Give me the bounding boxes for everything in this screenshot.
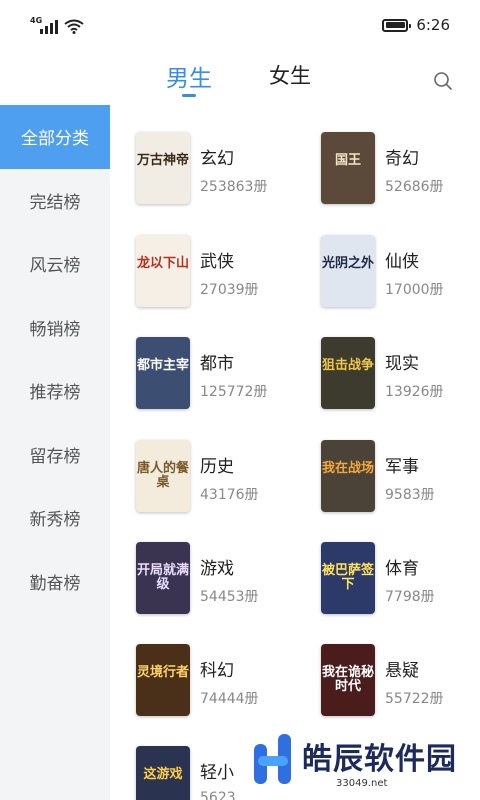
cover-title: 这游戏 [143, 767, 183, 782]
category-count: 43176册 [200, 487, 259, 503]
category-count: 253863册 [200, 179, 268, 195]
sidebar-item-recommended-rank[interactable]: 推荐榜 [0, 359, 110, 423]
category-name: 都市 [200, 354, 234, 374]
category-count: 125772册 [200, 384, 268, 400]
category-count: 13926册 [385, 384, 444, 400]
category-card-xianshi[interactable]: 狙击战争 现实 13926册 [295, 337, 470, 417]
sidebar-item-trending-rank[interactable]: 风云榜 [0, 232, 110, 296]
cover-title: 我在诡秘时代 [321, 665, 374, 694]
cover-title: 狙击战争 [321, 358, 374, 373]
category-count: 52686册 [385, 179, 444, 195]
cover-title: 灵境行者 [136, 665, 189, 680]
category-name: 体育 [385, 559, 419, 579]
category-name: 奇幻 [385, 149, 419, 169]
category-name: 轻小 [200, 763, 234, 783]
category-grid: 万古神帝 玄幻 253863册 国王 奇幻 52686册 龙以下山 武侠 270… [110, 105, 480, 800]
category-name: 游戏 [200, 559, 234, 579]
book-cover: 龙以下山 [136, 235, 190, 307]
ranking-sidebar: 全部分类 完结榜 风云榜 畅销榜 推荐榜 留存榜 新秀榜 勤奋榜 [0, 105, 110, 800]
category-name: 悬疑 [385, 661, 419, 681]
cover-title: 国王 [334, 153, 361, 168]
tab-active-indicator [182, 94, 196, 97]
category-card-kehuan[interactable]: 灵境行者 科幻 74444册 [110, 644, 285, 724]
watermark-logo-icon [254, 734, 291, 784]
category-count: 7798册 [385, 589, 435, 605]
cover-title: 都市主宰 [136, 358, 189, 373]
book-cover: 我在战场 [321, 440, 375, 512]
category-name: 军事 [385, 457, 419, 477]
category-card-wuxia[interactable]: 龙以下山 武侠 27039册 [110, 235, 285, 315]
gender-tabs: 男生 女生 [0, 60, 480, 110]
book-cover: 灵境行者 [136, 644, 190, 716]
category-count: 55722册 [385, 691, 444, 707]
status-bar: 4G 6:26 [0, 0, 480, 54]
sidebar-item-diligent-rank[interactable]: 勤奋榜 [0, 550, 110, 614]
category-name: 仙侠 [385, 252, 419, 272]
cover-title: 开局就满级 [136, 563, 189, 592]
category-card-youxi[interactable]: 开局就满级 游戏 54453册 [110, 542, 285, 622]
category-card-junshi[interactable]: 我在战场 军事 9583册 [295, 440, 470, 520]
category-card-xuanhuan[interactable]: 万古神帝 玄幻 253863册 [110, 132, 285, 212]
category-card-tiyu[interactable]: 被巴萨签下 体育 7798册 [295, 542, 470, 622]
sidebar-item-retention-rank[interactable]: 留存榜 [0, 423, 110, 487]
category-name: 现实 [385, 354, 419, 374]
sidebar-item-all-categories[interactable]: 全部分类 [0, 105, 110, 169]
tab-male[interactable]: 男生 [166, 59, 212, 93]
book-cover: 唐人的餐桌 [136, 440, 190, 512]
watermark-title: 皓辰软件园 [302, 742, 457, 777]
category-name: 科幻 [200, 661, 234, 681]
category-card-lishi[interactable]: 唐人的餐桌 历史 43176册 [110, 440, 285, 520]
signal-group: 4G [30, 16, 90, 36]
book-cover: 都市主宰 [136, 337, 190, 409]
category-card-qihuan[interactable]: 国王 奇幻 52686册 [295, 132, 470, 212]
cover-title: 被巴萨签下 [321, 563, 374, 592]
cover-title: 光阴之外 [321, 256, 374, 271]
signal-strength-icon [40, 20, 58, 34]
category-count: 54453册 [200, 589, 259, 605]
category-card-xianxia[interactable]: 光阴之外 仙侠 17000册 [295, 235, 470, 315]
watermark-url: 33049.net [336, 778, 388, 789]
wifi-icon [64, 19, 84, 34]
book-cover: 被巴萨签下 [321, 542, 375, 614]
category-name: 玄幻 [200, 149, 234, 169]
cover-title: 龙以下山 [136, 256, 189, 271]
book-cover: 国王 [321, 132, 375, 204]
cover-title: 万古神帝 [136, 153, 189, 168]
battery-icon [382, 18, 412, 32]
category-count: 27039册 [200, 282, 259, 298]
cover-title: 我在战场 [321, 461, 374, 476]
category-card-xuanyi[interactable]: 我在诡秘时代 悬疑 55722册 [295, 644, 470, 724]
cover-title: 唐人的餐桌 [136, 461, 189, 490]
book-cover: 狙击战争 [321, 337, 375, 409]
book-cover: 开局就满级 [136, 542, 190, 614]
watermark-overlay: 皓辰软件园 33049.net [240, 722, 480, 800]
category-count: 5623 [200, 790, 236, 800]
sidebar-item-completed-rank[interactable]: 完结榜 [0, 169, 110, 233]
category-name: 历史 [200, 457, 234, 477]
sidebar-item-newcomer-rank[interactable]: 新秀榜 [0, 486, 110, 550]
status-time: 6:26 [416, 16, 450, 34]
battery-clock-group: 6:26 [382, 16, 450, 34]
sidebar-item-bestseller-rank[interactable]: 畅销榜 [0, 296, 110, 360]
category-card-dushi[interactable]: 都市主宰 都市 125772册 [110, 337, 285, 417]
book-cover: 万古神帝 [136, 132, 190, 204]
search-icon[interactable] [432, 70, 454, 92]
category-name: 武侠 [200, 252, 234, 272]
book-cover: 这游戏 [136, 746, 190, 800]
tab-female[interactable]: 女生 [269, 60, 311, 90]
book-cover: 我在诡秘时代 [321, 644, 375, 716]
category-count: 17000册 [385, 282, 444, 298]
book-cover: 光阴之外 [321, 235, 375, 307]
category-count: 9583册 [385, 487, 435, 503]
category-count: 74444册 [200, 691, 259, 707]
